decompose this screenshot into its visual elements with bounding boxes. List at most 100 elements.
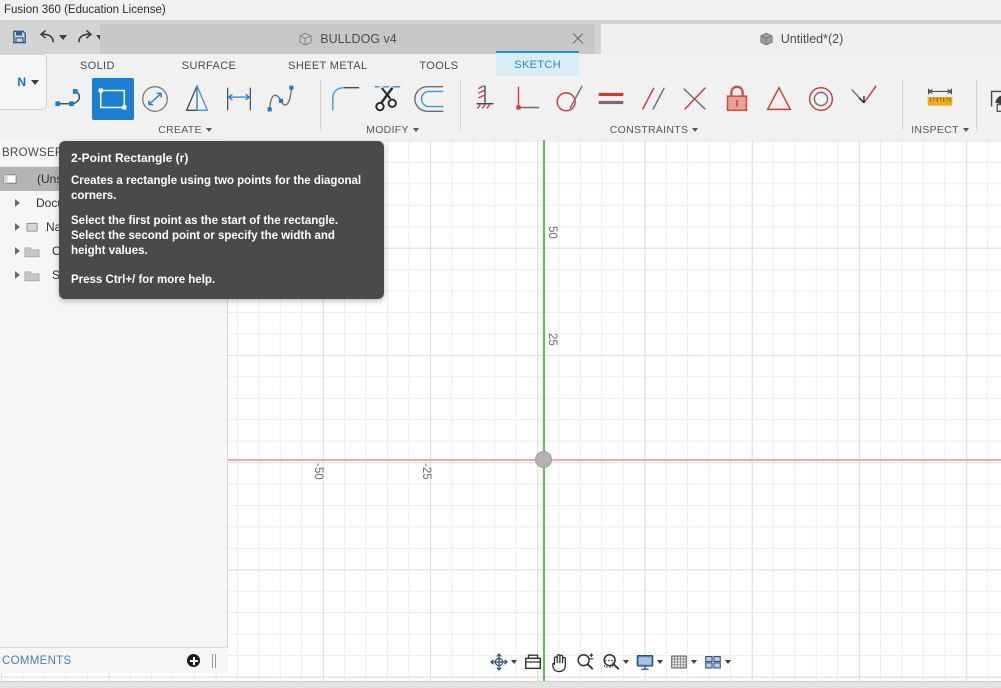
nav-orbit[interactable] [487, 651, 519, 673]
tool-sketch-dimension[interactable] [218, 78, 260, 120]
nav-viewport-layouts[interactable] [701, 651, 733, 673]
expand-arrow-icon[interactable] [10, 220, 24, 234]
ribbon-tab-solid[interactable]: SOLID [74, 60, 121, 76]
document-tab-bar: BULLDOG v4 Untitled*(2) [0, 20, 1001, 54]
fusion360-window: Fusion 360 (Education License) BULLDOG v… [0, 0, 1001, 688]
cube-icon [760, 32, 773, 46]
tool-circle[interactable] [134, 78, 176, 120]
ribbon-tab-sheet-metal[interactable]: SHEET METAL [282, 60, 373, 76]
tool-symmetry[interactable] [758, 78, 800, 120]
application-title-bar: Fusion 360 (Education License) [0, 0, 1001, 20]
chevron-down-icon[interactable] [657, 660, 663, 664]
view-navigation-bar [487, 650, 733, 674]
chevron-down-icon[interactable] [623, 660, 629, 664]
chevron-down-icon[interactable] [725, 660, 731, 664]
tool-2-point-rectangle[interactable] [92, 78, 134, 120]
origin-point[interactable] [535, 451, 552, 468]
close-icon[interactable] [571, 32, 585, 46]
dimension-icon [227, 87, 251, 111]
expand-arrow-icon[interactable] [10, 244, 24, 258]
eye-icon [26, 222, 38, 232]
tool-tangent[interactable] [548, 78, 590, 120]
spline-icon [267, 85, 294, 112]
parallel-icon [641, 87, 665, 110]
chevron-down-icon[interactable] [205, 128, 212, 132]
add-comment-icon[interactable] [187, 654, 200, 667]
undo-icon [40, 29, 54, 42]
tool-offset[interactable] [409, 78, 451, 120]
save-icon [12, 30, 26, 44]
document-tab-label: BULLDOG v4 [320, 32, 397, 46]
tool-spline[interactable] [260, 78, 302, 120]
nav-grid-snaps[interactable] [667, 651, 699, 673]
perpendicular-icon [516, 86, 540, 110]
look-at-icon [525, 654, 541, 670]
tool-concentric[interactable] [800, 78, 842, 120]
nav-fit[interactable] [599, 651, 631, 673]
tool-ground-constraint[interactable] [464, 78, 506, 120]
visibility-eye-icon[interactable] [24, 220, 41, 235]
panel-title-inspect[interactable]: INSPECT [906, 122, 974, 138]
nav-display-settings[interactable] [633, 651, 665, 673]
panel-title-inspect-label: INSPECT [911, 124, 959, 136]
trim-scissors-icon [374, 85, 401, 112]
comments-label: COMMENTS [2, 654, 72, 667]
tooltip-title: 2-Point Rectangle (r) [71, 151, 189, 165]
concentric-icon [808, 86, 834, 112]
tool-fix-unfix[interactable] [716, 78, 758, 120]
fix-lock-icon [726, 85, 748, 112]
x-tick-label: -25 [420, 463, 432, 480]
expand-arrow-icon[interactable] [10, 268, 24, 282]
nav-look-at[interactable] [521, 651, 545, 673]
tooltip-body-2: Select the first point as the start of t… [71, 215, 339, 257]
tool-equal[interactable] [590, 78, 632, 120]
tool-line[interactable] [50, 78, 92, 120]
y-axis-line [543, 140, 545, 681]
panel-title-create[interactable]: CREATE [50, 122, 320, 138]
chevron-down-icon[interactable] [962, 128, 969, 132]
ribbon-tab-sketch[interactable]: SKETCH [496, 51, 579, 76]
equal-icon [598, 92, 624, 105]
comments-bar: COMMENTS [0, 647, 228, 673]
document-tab-bulldog[interactable]: BULLDOG v4 [100, 24, 595, 54]
orbit-icon [490, 653, 508, 671]
tool-fillet[interactable] [325, 78, 367, 120]
nav-pan[interactable] [547, 651, 571, 674]
ribbon-tab-tools[interactable]: TOOLS [413, 60, 464, 76]
panel-title-modify[interactable]: MODIFY [325, 122, 460, 138]
y-tick-label: 25 [546, 333, 558, 346]
expand-arrow-icon[interactable] [10, 196, 24, 210]
nav-zoom[interactable] [573, 651, 597, 673]
grid-snaps-icon [671, 655, 687, 669]
display-settings-icon [636, 655, 654, 670]
x-tick-label: -50 [312, 463, 324, 480]
panel-title-constraints[interactable]: CONSTRAINTS [584, 122, 724, 138]
viewport-layouts-icon [705, 656, 721, 669]
undo-dropdown-caret[interactable] [59, 34, 67, 40]
tool-curvature[interactable] [842, 78, 884, 120]
tool-insert[interactable] [980, 78, 1001, 120]
tool-perpendicular[interactable] [506, 78, 548, 120]
panel-resize-grip[interactable] [212, 653, 216, 668]
document-tab-untitled[interactable]: Untitled*(2) [601, 24, 1001, 54]
ribbon-tab-surface[interactable]: SURFACE [176, 60, 242, 76]
eye-icon [3, 174, 17, 184]
tool-measure[interactable] [919, 78, 961, 120]
browser-header-label: BROWSER [2, 147, 64, 159]
tool-mirror[interactable] [176, 78, 218, 120]
tool-midpoint[interactable] [674, 78, 716, 120]
tool-parallel[interactable] [632, 78, 674, 120]
line-icon [55, 89, 81, 107]
visibility-eye-icon[interactable] [2, 172, 19, 187]
chevron-down-icon[interactable] [692, 128, 699, 132]
chevron-down-icon[interactable] [691, 660, 697, 664]
panel-create: CREATE [50, 76, 320, 140]
tool-trim[interactable] [367, 78, 409, 120]
save-button[interactable] [8, 26, 30, 48]
chevron-down-icon[interactable] [412, 128, 419, 132]
undo-button[interactable] [39, 29, 67, 45]
chevron-down-icon[interactable] [511, 660, 517, 664]
command-tooltip: 2-Point Rectangle (r) Creates a rectangl… [59, 141, 384, 300]
ground-constraint-icon [476, 85, 494, 109]
y-tick-label: 50 [546, 226, 558, 239]
